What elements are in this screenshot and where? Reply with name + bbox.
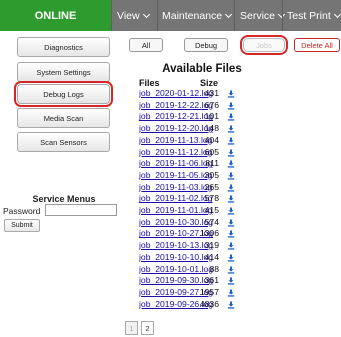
download-icon[interactable] xyxy=(227,289,235,297)
top-nav-bar: ONLINE View Maintenance Service Test Pri… xyxy=(0,0,341,31)
download-icon[interactable] xyxy=(227,195,235,203)
available-files-title: Available Files xyxy=(162,63,242,75)
nav-menu-service-label: Service xyxy=(240,9,276,22)
download-icon[interactable] xyxy=(227,172,235,180)
file-size: 578 xyxy=(204,193,219,204)
file-row: job_2019-11-12.log 605 xyxy=(0,147,341,158)
filter-debug-button[interactable]: Debug xyxy=(184,38,228,52)
download-icon[interactable] xyxy=(227,137,235,145)
file-row: job_2019-10-10.log 414 xyxy=(0,252,341,263)
nav-menu-service[interactable]: Service xyxy=(240,0,286,31)
file-row: job_2019-09-26.log 4836 xyxy=(0,299,341,310)
download-icon[interactable] xyxy=(227,102,235,110)
file-size: 414 xyxy=(204,251,219,262)
download-icon[interactable] xyxy=(227,90,235,98)
filter-all-button[interactable]: All xyxy=(129,38,163,52)
chevron-down-icon xyxy=(225,10,233,18)
size-column-header: Size xyxy=(200,78,219,88)
system-settings-button[interactable]: System Settings xyxy=(17,62,110,82)
download-icon[interactable] xyxy=(227,266,235,274)
nav-menu-maintenance-label: Maintenance xyxy=(162,9,223,22)
file-row: job_2019-12-20.log 148 xyxy=(0,123,341,134)
file-size: 415 xyxy=(204,205,219,215)
file-row: job_2019-10-01.log 88 xyxy=(0,264,341,275)
file-row: job_2019-09-30.log 361 xyxy=(0,275,341,286)
download-icon[interactable] xyxy=(227,277,235,285)
files-column-header: Files xyxy=(139,78,160,88)
nav-menu-view[interactable]: View xyxy=(117,0,150,31)
delete-all-button[interactable]: Delete All xyxy=(294,38,340,52)
download-icon[interactable] xyxy=(227,149,235,157)
file-row: job_2019-12-22.log 676 xyxy=(0,100,341,111)
nav-menu-maintenance[interactable]: Maintenance xyxy=(162,0,233,31)
download-icon[interactable] xyxy=(227,242,235,250)
file-row: job_2019-11-06.log 811 xyxy=(0,158,341,169)
file-row: job_2019-10-27.log 1306 xyxy=(0,228,341,239)
file-size: 148 xyxy=(204,123,219,134)
download-icon[interactable] xyxy=(227,254,235,262)
file-size: 265 xyxy=(204,181,219,192)
file-size: 574 xyxy=(204,216,219,227)
file-row: job_2019-11-01.log 415 xyxy=(0,205,341,216)
nav-divider xyxy=(234,0,235,31)
file-row: job_2019-10-30.log 574 xyxy=(0,217,341,228)
file-row: job_2019-11-05.log 305 xyxy=(0,170,341,181)
diagnostics-button[interactable]: Diagnostics xyxy=(17,37,110,57)
download-icon[interactable] xyxy=(227,184,235,192)
file-size: 4836 xyxy=(199,298,219,309)
file-size: 404 xyxy=(204,134,219,145)
download-icon[interactable] xyxy=(227,230,235,238)
download-icon[interactable] xyxy=(227,301,235,309)
file-row: job_2019-09-27.log 1957 xyxy=(0,287,341,298)
brand-online-status: ONLINE xyxy=(0,0,111,31)
file-size: 1957 xyxy=(199,286,219,297)
download-icon[interactable] xyxy=(227,207,235,215)
file-size: 88 xyxy=(209,263,219,274)
file-row: job_2020-01-12.log 431 xyxy=(0,88,341,99)
file-row: job_2019-11-03.log 265 xyxy=(0,182,341,193)
file-size: 319 xyxy=(204,240,219,251)
chevron-down-icon xyxy=(333,10,341,18)
nav-divider xyxy=(282,0,283,31)
nav-divider xyxy=(157,0,158,31)
download-icon[interactable] xyxy=(227,219,235,227)
nav-menu-test-print-label: Test Print xyxy=(287,9,331,22)
chevron-down-icon xyxy=(142,10,150,18)
file-size: 811 xyxy=(205,158,219,169)
download-icon[interactable] xyxy=(227,125,235,133)
file-size: 361 xyxy=(204,275,219,286)
file-size: 431 xyxy=(204,88,219,98)
file-row: job_2019-10-13.log 319 xyxy=(0,240,341,251)
file-row: job_2019-11-02.log 578 xyxy=(0,193,341,204)
file-size: 305 xyxy=(204,169,219,180)
nav-menu-view-label: View xyxy=(117,9,140,22)
file-row: job_2019-12-21.log 101 xyxy=(0,111,341,122)
filter-jobs-button[interactable]: Jobs xyxy=(240,35,288,55)
download-icon[interactable] xyxy=(227,160,235,168)
nav-menu-test-print[interactable]: Test Print xyxy=(287,0,341,31)
file-size: 676 xyxy=(204,99,219,110)
file-row: job_2019-11-13.log 404 xyxy=(0,135,341,146)
file-size: 101 xyxy=(204,111,219,122)
file-size: 1306 xyxy=(199,228,219,239)
download-icon[interactable] xyxy=(227,113,235,121)
page-2-button[interactable]: 2 xyxy=(141,321,154,335)
file-size: 605 xyxy=(204,146,219,157)
nav-divider xyxy=(111,0,112,31)
page-1-button[interactable]: 1 xyxy=(125,321,138,335)
